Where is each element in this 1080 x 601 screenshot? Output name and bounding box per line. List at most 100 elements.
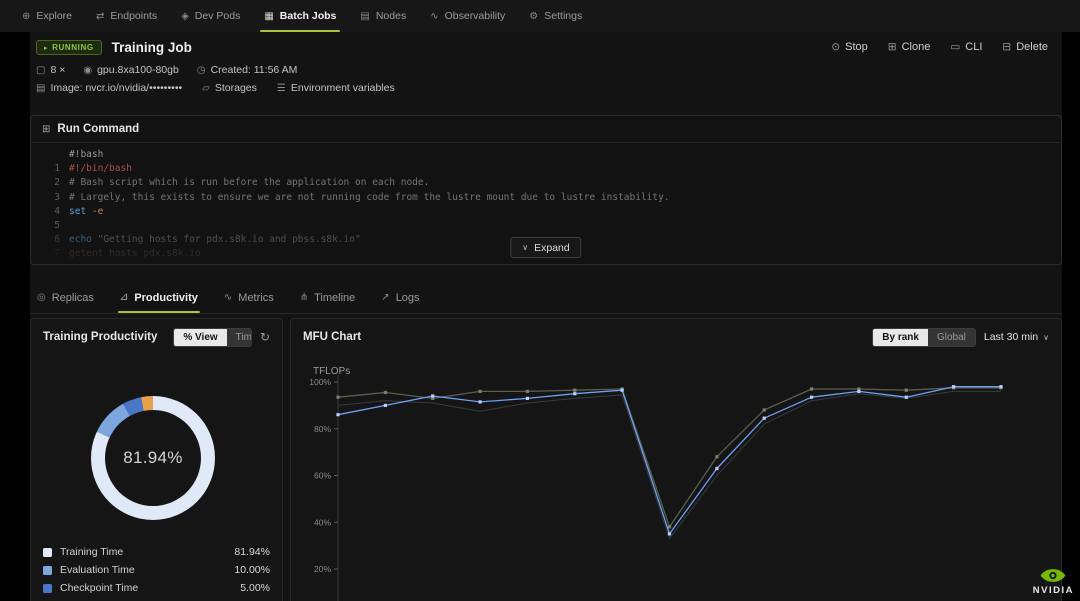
tab-metrics[interactable]: ∿ Metrics <box>224 282 274 313</box>
expand-button[interactable]: ∨ Expand <box>510 237 582 258</box>
productivity-panel-title: Training Productivity <box>43 331 158 343</box>
productivity-donut-chart[interactable]: 81.94% <box>91 396 215 520</box>
chart-series-line <box>337 386 1001 535</box>
chart-series-line <box>337 387 1001 528</box>
code-line: 3 # Largely, this exists to ensure we are… <box>31 191 1061 205</box>
toggle-option--view[interactable]: % View <box>174 328 227 346</box>
legend-label: Evaluation Time <box>60 564 135 576</box>
legend-value: 10.00% <box>234 564 270 576</box>
code-token: getent hosts pdx.s8k.io <box>69 248 201 260</box>
nav-item-batch-jobs[interactable]: ▦ Batch Jobs <box>260 0 341 32</box>
stop-icon: ⊙ <box>831 41 841 53</box>
code-token: echo <box>69 234 92 246</box>
tab-logs-icon: ↗ <box>381 292 390 303</box>
legend-label: Training Time <box>60 546 124 558</box>
action-button-label: Stop <box>845 41 868 53</box>
nav-item-nodes[interactable]: ▤ Nodes <box>360 0 406 32</box>
toggle-option-by-rank[interactable]: By rank <box>873 328 928 346</box>
action-button-label: CLI <box>965 41 983 53</box>
clone-button[interactable]: ⊞ Clone <box>888 41 931 53</box>
delete-icon: ⊟ <box>1002 41 1012 53</box>
time-range-select[interactable]: Last 30 min ∨ <box>984 331 1049 343</box>
nav-item-settings[interactable]: ⚙ Settings <box>529 0 582 32</box>
chart-series-line <box>337 390 1001 540</box>
job-spec-item: ▢ 8 × <box>36 64 65 76</box>
refresh-icon[interactable]: ↻ <box>260 330 270 344</box>
nav-item-explore[interactable]: ⊕ Explore <box>22 0 72 32</box>
code-line: 5 <box>31 219 1061 233</box>
tab-productivity[interactable]: ⊿ Productivity <box>117 282 200 313</box>
code-token: set <box>69 205 87 217</box>
env-vars-icon: ☰ <box>276 82 286 94</box>
code-text: #!bash <box>69 148 103 162</box>
code-token: #!bash <box>69 149 104 160</box>
legend-row: Evaluation Time 10.00% <box>43 561 270 579</box>
job-meta-item: ▤ Image: nvcr.io/nvidia/••••••••• <box>36 82 182 94</box>
replicas-count-icon: ▢ <box>36 64 46 76</box>
mfu-chart-svg: 100% 80% 60% 40% 20% <box>309 375 1003 601</box>
stop-button[interactable]: ⊙ Stop <box>831 41 867 53</box>
line-number: 5 <box>54 220 60 232</box>
toggle-option-time-view[interactable]: Time View <box>226 328 251 346</box>
nvidia-brand-text: NVIDIA <box>1032 585 1074 596</box>
cli-button[interactable]: ▭ CLI <box>950 41 982 53</box>
status-badge: ▸ RUNNING <box>36 40 102 55</box>
clock-icon: ◷ <box>196 64 206 76</box>
job-meta-item[interactable]: ▱ Storages <box>202 82 257 94</box>
legend-row: Training Time 81.94% <box>43 543 270 561</box>
line-number: 7 <box>54 248 60 260</box>
job-header: ▸ RUNNING Training Job ⊙ Stop ⊞ Clone ▭ CLI ⊟ D… <box>30 33 1062 105</box>
tab-timeline-icon: ⋔ <box>299 292 309 303</box>
job-spec-row: ▢ 8 × ◉ gpu.8xa100-80gb ◷ Created: 11:56 AM <box>36 64 297 76</box>
code-token: getent hosts pbss.s8k.io <box>69 263 206 264</box>
nav-item-dev-pods[interactable]: ◈ Dev Pods <box>181 0 240 32</box>
app-page: ⊕ Explore ⇄ Endpoints ◈ Dev Pods ▦ Batch Jobs ▤ N… <box>0 0 1080 601</box>
tab-timeline[interactable]: ⋔ Timeline <box>300 282 356 313</box>
top-nav: ⊕ Explore ⇄ Endpoints ◈ Dev Pods ▦ Batch Jobs ▤ N… <box>0 0 1080 32</box>
endpoints-icon: ⇄ <box>96 10 105 22</box>
job-meta-item[interactable]: ☰ Environment variables <box>277 82 395 94</box>
delete-button[interactable]: ⊟ Delete <box>1002 41 1048 53</box>
donut-center-value: 81.94% <box>123 448 183 467</box>
legend-value: 5.00% <box>240 582 270 594</box>
tab-replicas[interactable]: ◎ Replicas <box>37 282 94 313</box>
status-badge-label: RUNNING <box>52 43 94 52</box>
run-command-icon: ⊞ <box>42 123 51 135</box>
run-command-panel: ⊞ Run Command #!bash 1 #!/bin/bash 2 # Bash … <box>30 115 1062 265</box>
explore-icon: ⊕ <box>22 10 31 22</box>
tab-logs[interactable]: ↗ Logs <box>381 282 419 313</box>
tab-label: Timeline <box>314 291 356 304</box>
clone-icon: ⊞ <box>887 41 897 53</box>
mfu-line-chart[interactable]: 100% 80% 60% 40% 20% <box>291 359 1061 601</box>
y-axis-tick: 80% <box>314 424 331 434</box>
page-title: Training Job <box>111 40 192 55</box>
run-command-header: ⊞ Run Command <box>31 116 1061 143</box>
time-range-value: Last 30 min <box>983 331 1039 343</box>
tab-replicas-icon: ◎ <box>37 292 46 303</box>
batch-jobs-icon: ▦ <box>264 10 274 22</box>
job-meta-text: Storages <box>214 82 257 94</box>
code-text: set -e <box>69 205 103 219</box>
line-number: 1 <box>54 163 60 175</box>
job-spec-text: Created: 11:56 AM <box>210 64 298 76</box>
expand-chevron-icon: ∨ <box>522 243 529 252</box>
line-number: 6 <box>54 234 60 246</box>
toggle-option-global[interactable]: Global <box>927 328 975 346</box>
nav-item-label: Observability <box>444 10 506 22</box>
nav-item-label: Endpoints <box>110 10 158 22</box>
tab-label: Logs <box>395 291 420 304</box>
line-number <box>31 148 69 162</box>
tab-label: Productivity <box>134 291 198 304</box>
legend-value: 81.94% <box>234 546 270 558</box>
nav-item-endpoints[interactable]: ⇄ Endpoints <box>96 0 157 32</box>
action-button-label: Clone <box>901 41 931 53</box>
legend-row: Checkpoint Time 5.00% <box>43 579 270 597</box>
gpu-icon: ◉ <box>83 64 93 76</box>
tab-metrics-icon: ∿ <box>223 292 233 303</box>
job-meta-text: Image: nvcr.io/nvidia/••••••••• <box>50 82 183 94</box>
nav-item-observability[interactable]: ∿ Observability <box>430 0 505 32</box>
line-number: 4 <box>54 205 60 217</box>
nav-item-label: Batch Jobs <box>279 10 337 22</box>
tab-productivity-icon: ⊿ <box>119 292 129 303</box>
productivity-legend: Training Time 81.94% Evaluation Time 10.00%… <box>43 543 270 601</box>
